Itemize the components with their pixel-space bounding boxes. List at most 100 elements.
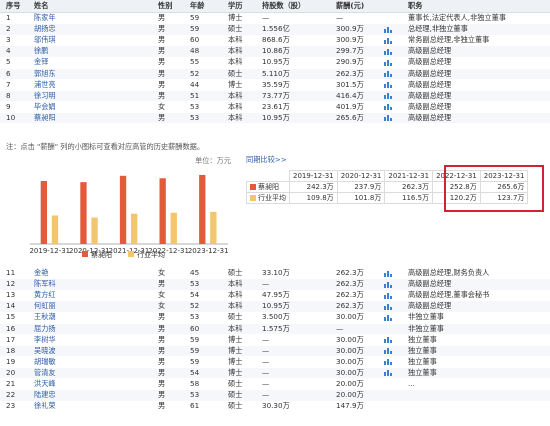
cell-name[interactable]: 屈力扬 bbox=[34, 324, 114, 335]
salary-chart-icon[interactable] bbox=[384, 37, 392, 44]
salary-chart-icon[interactable] bbox=[384, 314, 392, 321]
salary-chart-icon[interactable] bbox=[384, 270, 392, 277]
cell-name[interactable]: 金艳 bbox=[34, 268, 114, 279]
cell-education: 本科 bbox=[228, 35, 243, 45]
cell-name[interactable]: 王秋潮 bbox=[34, 312, 114, 323]
cell-gender: 男 bbox=[158, 379, 166, 388]
cell-shares: — bbox=[262, 356, 270, 366]
cell-age: 53 bbox=[190, 112, 200, 122]
cell-name[interactable]: 吴晓波 bbox=[34, 346, 114, 357]
cell-salary: 401.9万 bbox=[336, 101, 364, 111]
salary-chart-cell[interactable] bbox=[384, 35, 394, 46]
cell-name[interactable]: 洪天峰 bbox=[34, 379, 114, 390]
salary-chart-icon[interactable] bbox=[384, 81, 392, 89]
cell-age: 59 bbox=[190, 24, 200, 34]
table-row: 7 浦世亮 男 44 博士 35.59万 301.5万 高级副总经理 bbox=[0, 80, 550, 91]
cell-age: 53 bbox=[190, 101, 200, 111]
salary-chart-cell[interactable] bbox=[384, 335, 394, 346]
table-row: 10 蔡昶阳 男 53 本科 10.95万 265.6万 高级副总经理 bbox=[0, 112, 550, 124]
cell-name[interactable]: 徐礼荣 bbox=[34, 401, 114, 412]
salary-chart-icon[interactable] bbox=[384, 336, 392, 344]
compare-link[interactable]: 同期比较>> bbox=[246, 155, 287, 165]
salary-chart-icon[interactable] bbox=[384, 358, 392, 366]
table-row: 23 徐礼荣男 61 硕士 30.30万 147.9万 bbox=[0, 401, 550, 412]
cell-salary: 30.00万 bbox=[336, 367, 364, 377]
salary-chart-icon[interactable] bbox=[384, 103, 392, 111]
cell-name[interactable]: 胡瑞敏 bbox=[34, 357, 114, 368]
salary-chart-cell[interactable] bbox=[384, 80, 394, 91]
compare-row-label: 蔡昶阳 bbox=[258, 183, 279, 191]
cell-education: 博士 bbox=[228, 334, 243, 344]
salary-chart-cell[interactable] bbox=[384, 24, 394, 35]
cell-name[interactable]: 邬伟琪 bbox=[34, 35, 114, 46]
cell-name[interactable]: 金铎 bbox=[34, 57, 114, 68]
cell-name[interactable]: 毕会娟 bbox=[34, 102, 114, 113]
cell-education: 博士 bbox=[228, 367, 243, 377]
compare-year-header: 2020-12-31 bbox=[336, 170, 386, 182]
header-education: 学历 bbox=[228, 1, 243, 10]
cell-index: 12 bbox=[6, 279, 16, 289]
salary-chart-icon[interactable] bbox=[384, 114, 392, 122]
salary-chart-cell[interactable] bbox=[384, 301, 394, 312]
cell-position: 非独立董事 bbox=[408, 312, 444, 322]
salary-chart-icon[interactable] bbox=[384, 292, 392, 299]
salary-chart-cell[interactable] bbox=[384, 113, 394, 124]
cell-gender: 男 bbox=[158, 356, 166, 366]
salary-chart-cell[interactable] bbox=[384, 91, 394, 102]
salary-chart-cell[interactable] bbox=[384, 69, 394, 80]
cell-education: 硕士 bbox=[228, 390, 243, 400]
salary-chart-cell[interactable] bbox=[384, 312, 394, 323]
cell-name[interactable]: 浦世亮 bbox=[34, 80, 114, 91]
cell-shares: — bbox=[262, 13, 270, 22]
salary-chart-icon[interactable] bbox=[384, 92, 392, 100]
salary-chart-cell[interactable] bbox=[384, 346, 394, 357]
cell-name[interactable]: 蔡昶阳 bbox=[34, 113, 114, 124]
salary-chart-icon[interactable] bbox=[384, 347, 392, 355]
cell-name[interactable]: 徐习明 bbox=[34, 91, 114, 102]
cell-education: 博士 bbox=[228, 356, 243, 366]
cell-salary: 300.9万 bbox=[336, 24, 364, 34]
cell-position: 高级副总经理 bbox=[408, 79, 452, 89]
salary-chart-icon[interactable] bbox=[384, 48, 392, 55]
salary-chart-icon[interactable] bbox=[384, 369, 392, 377]
table-row: 5 金铎 男 55 本科 10.95万 290.9万 高级副总经理 bbox=[0, 57, 550, 68]
cell-index: 5 bbox=[6, 57, 11, 67]
cell-name[interactable]: 郭旭东 bbox=[34, 69, 114, 80]
cell-salary: 262.3万 bbox=[336, 68, 364, 78]
cell-position: 高级副总经理 bbox=[408, 112, 452, 122]
salary-chart-cell[interactable] bbox=[384, 290, 394, 301]
salary-chart-cell[interactable] bbox=[384, 102, 394, 113]
cell-education: 本科 bbox=[228, 290, 243, 300]
cell-name[interactable]: 管清友 bbox=[34, 368, 114, 379]
cell-name[interactable]: 李树华 bbox=[34, 335, 114, 346]
salary-chart-icon[interactable] bbox=[384, 70, 392, 77]
salary-chart-cell[interactable] bbox=[384, 368, 394, 379]
salary-chart-icon[interactable] bbox=[384, 59, 392, 66]
cell-name[interactable]: 陈家年 bbox=[34, 13, 114, 24]
compare-value: 101.8万 bbox=[336, 192, 386, 204]
cell-name[interactable]: 徐鹏 bbox=[34, 46, 114, 57]
salary-chart-icon[interactable] bbox=[384, 26, 392, 33]
salary-chart-cell[interactable] bbox=[384, 57, 394, 68]
salary-chart-icon[interactable] bbox=[384, 303, 392, 310]
cell-salary: 416.4万 bbox=[336, 90, 364, 100]
cell-name[interactable]: 何虹丽 bbox=[34, 301, 114, 312]
cell-position: 高级副总经理 bbox=[408, 101, 452, 111]
cell-name[interactable]: 胡扬忠 bbox=[34, 24, 114, 35]
cell-name[interactable]: 陈军科 bbox=[34, 279, 114, 290]
salary-chart-icon[interactable] bbox=[384, 281, 392, 288]
cell-name[interactable]: 黄方红 bbox=[34, 290, 114, 301]
salary-chart-cell[interactable] bbox=[384, 268, 394, 279]
cell-name[interactable]: 陆建忠 bbox=[34, 390, 114, 401]
cell-salary: 299.7万 bbox=[336, 46, 364, 56]
salary-chart-cell[interactable] bbox=[384, 357, 394, 368]
salary-chart-cell[interactable] bbox=[384, 46, 394, 57]
bar-executive bbox=[80, 182, 87, 244]
cell-shares: 23.61万 bbox=[262, 101, 290, 111]
salary-chart-cell[interactable] bbox=[384, 279, 394, 290]
table-row: 1 陈家年 男 59 博士 — — 董事长,法定代表人,非独立董事 bbox=[0, 13, 550, 24]
table-row: 18 吴晓波 男 59 博士 — 30.00万 独立董事 bbox=[0, 345, 550, 357]
table-row: 6 郭旭东 男 52 硕士 5.110万 262.3万 高级副总经理 bbox=[0, 68, 550, 80]
header-index: 序号 bbox=[6, 1, 21, 10]
cell-age: 59 bbox=[190, 13, 200, 22]
